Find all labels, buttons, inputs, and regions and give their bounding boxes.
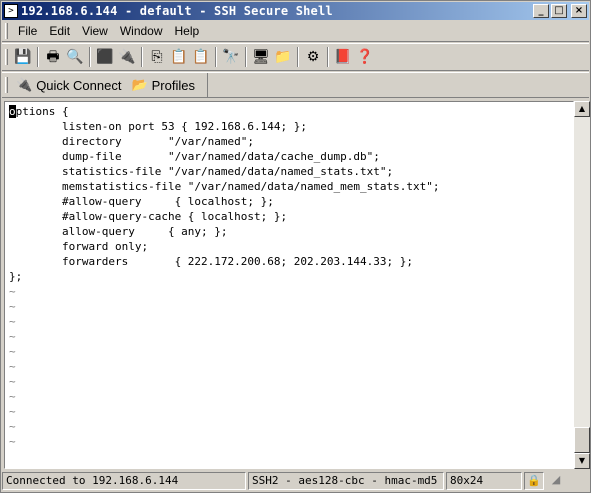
empty-line-marker: ~ bbox=[9, 375, 16, 388]
terminal-line: dump-file "/var/named/data/cache_dump.db… bbox=[9, 150, 380, 163]
connection-status: Connected to 192.168.6.144 bbox=[2, 472, 246, 490]
minimize-button[interactable]: _ bbox=[533, 4, 549, 18]
menu-bar: File Edit View Window Help bbox=[2, 21, 589, 42]
toolbar-grip[interactable] bbox=[5, 49, 8, 65]
help-book-icon[interactable]: 📕 bbox=[333, 47, 353, 67]
quick-connect-bar: 🔌 Quick Connect 📂 Profiles bbox=[2, 72, 589, 98]
menu-help[interactable]: Help bbox=[169, 24, 206, 38]
terminal-line: forward only; bbox=[9, 240, 149, 253]
toolbar-separator bbox=[215, 47, 217, 67]
print-preview-icon[interactable]: 🔍 bbox=[65, 47, 85, 67]
context-help-icon[interactable]: ❓ bbox=[355, 47, 375, 67]
empty-line-marker: ~ bbox=[9, 390, 16, 403]
empty-line-marker: ~ bbox=[9, 420, 16, 433]
terminal-line: allow-query { any; }; bbox=[9, 225, 228, 238]
toolbar-separator bbox=[297, 47, 299, 67]
status-bar: Connected to 192.168.6.144 SSH2 - aes128… bbox=[2, 470, 589, 492]
empty-line-marker: ~ bbox=[9, 300, 16, 313]
quick-connect-label: Quick Connect bbox=[36, 77, 122, 93]
scroll-up-button[interactable]: ▲ bbox=[574, 101, 590, 117]
toolbar-grip[interactable] bbox=[5, 23, 8, 39]
empty-line-marker: ~ bbox=[9, 330, 16, 343]
ssh-window: > 192.168.6.144 - default - SSH Secure S… bbox=[0, 0, 591, 493]
empty-line-marker: ~ bbox=[9, 345, 16, 358]
empty-line-marker: ~ bbox=[9, 360, 16, 373]
paste-special-icon[interactable]: 📋 bbox=[191, 47, 211, 67]
terminal-line: #allow-query-cache { localhost; }; bbox=[9, 210, 288, 223]
copy-icon[interactable]: ⎘ bbox=[147, 47, 167, 67]
connect-icon[interactable]: 🔌 bbox=[117, 47, 137, 67]
terminal-line: #allow-query { localhost; }; bbox=[9, 195, 274, 208]
quick-connect-button[interactable]: 🔌 Quick Connect bbox=[12, 77, 127, 93]
new-terminal-icon[interactable]: 🖥 bbox=[251, 47, 271, 67]
window-title: 192.168.6.144 - default - SSH Secure She… bbox=[21, 4, 333, 18]
text-cursor: o bbox=[9, 105, 16, 118]
terminal-icon: > bbox=[4, 4, 18, 18]
resize-grip-icon[interactable]: ◢ bbox=[546, 472, 566, 490]
profiles-label: Profiles bbox=[151, 77, 195, 93]
vertical-scrollbar[interactable]: ▲ ▼ bbox=[574, 101, 590, 469]
title-bar[interactable]: > 192.168.6.144 - default - SSH Secure S… bbox=[2, 2, 589, 20]
profiles-button[interactable]: 📂 Profiles bbox=[127, 77, 201, 93]
terminal-line: }; bbox=[9, 270, 23, 283]
terminal-line: forwarders { 222.172.200.68; 202.203.144… bbox=[9, 255, 413, 268]
terminal-line: memstatistics-file "/var/named/data/name… bbox=[9, 180, 440, 193]
terminal-size: 80x24 bbox=[446, 472, 522, 490]
settings-icon[interactable]: ⚙ bbox=[303, 47, 323, 67]
empty-line-marker: ~ bbox=[9, 315, 16, 328]
print-icon[interactable]: 🖶 bbox=[43, 47, 63, 67]
find-icon[interactable]: 🔭 bbox=[221, 47, 241, 67]
toolbar-separator bbox=[245, 47, 247, 67]
toolbar-separator bbox=[327, 47, 329, 67]
connect-icon: 🔌 bbox=[16, 77, 33, 92]
terminal-pane[interactable]: options { listen-on port 53 { 192.168.6.… bbox=[4, 101, 574, 469]
toolbar-separator bbox=[89, 47, 91, 67]
scroll-thumb[interactable] bbox=[574, 427, 590, 453]
menu-file[interactable]: File bbox=[12, 24, 43, 38]
disconnect-icon[interactable]: ⬛ bbox=[95, 47, 115, 67]
save-icon[interactable]: 💾 bbox=[13, 47, 33, 67]
file-transfer-icon[interactable]: 📁 bbox=[273, 47, 293, 67]
menu-window[interactable]: Window bbox=[114, 24, 169, 38]
terminal-line: statistics-file "/var/named/data/named_s… bbox=[9, 165, 394, 178]
paste-icon[interactable]: 📋 bbox=[169, 47, 189, 67]
empty-line-marker: ~ bbox=[9, 405, 16, 418]
toolbar-grip[interactable] bbox=[5, 77, 8, 93]
menu-view[interactable]: View bbox=[76, 24, 114, 38]
toolbar: 💾 🖶 🔍 ⬛ 🔌 ⎘ 📋 📋 🔭 🖥 📁 ⚙ 📕 ❓ bbox=[2, 43, 589, 71]
terminal-line: listen-on port 53 { 192.168.6.144; }; bbox=[9, 120, 308, 133]
menu-edit[interactable]: Edit bbox=[43, 24, 76, 38]
cipher-status: SSH2 - aes128-cbc - hmac-md5 - n bbox=[248, 472, 444, 490]
close-button[interactable]: × bbox=[571, 4, 587, 18]
empty-line-marker: ~ bbox=[9, 435, 16, 448]
maximize-button[interactable]: □ bbox=[551, 4, 567, 18]
scroll-down-button[interactable]: ▼ bbox=[574, 453, 590, 469]
folder-icon: 📂 bbox=[131, 77, 148, 92]
lock-icon: 🔒 bbox=[524, 472, 544, 490]
empty-line-marker: ~ bbox=[9, 285, 16, 298]
terminal-line: options { bbox=[9, 105, 69, 118]
terminal-line: directory "/var/named"; bbox=[9, 135, 255, 148]
toolbar-separator bbox=[37, 47, 39, 67]
toolbar-separator bbox=[141, 47, 143, 67]
